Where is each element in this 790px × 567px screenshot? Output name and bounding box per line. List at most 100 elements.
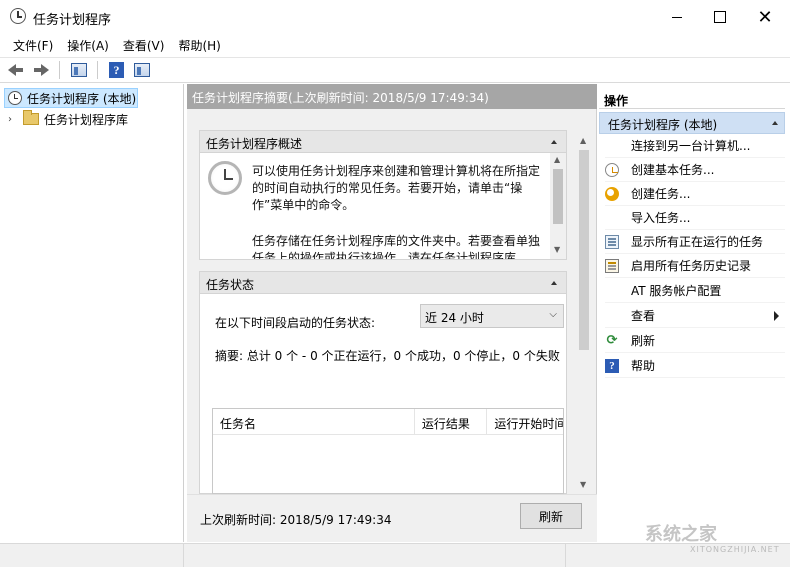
create-task-icon bbox=[605, 186, 619, 201]
help-icon: ? bbox=[605, 358, 619, 373]
console-tree: 任务计划程序 (本地) › 任务计划程序库 bbox=[0, 84, 184, 542]
window-title: 任务计划程序 bbox=[33, 13, 112, 28]
action-display-running-tasks[interactable]: 显示所有正在运行的任务 bbox=[605, 230, 785, 254]
summary-footer: 上次刷新时间: 2018/5/9 17:49:34 刷新 bbox=[187, 494, 597, 542]
title-bar: 任务计划程序 ✕ bbox=[0, 0, 790, 34]
forward-arrow-icon bbox=[33, 63, 49, 77]
action-pane-icon bbox=[133, 63, 150, 77]
table-header: 任务名 运行结果 运行开始时间 bbox=[213, 409, 563, 435]
overview-section-header[interactable]: 任务计划程序概述 bbox=[199, 130, 567, 153]
actions-group-label: 任务计划程序 (本地) bbox=[608, 118, 718, 132]
show-hide-console-tree-button[interactable] bbox=[68, 60, 89, 80]
scroll-down-icon[interactable]: ▼ bbox=[580, 480, 586, 489]
scroll-up-icon[interactable]: ▲ bbox=[554, 155, 560, 164]
action-label: 连接到另一台计算机... bbox=[631, 139, 751, 153]
collapse-arrow-icon[interactable] bbox=[551, 281, 557, 285]
back-arrow-icon bbox=[7, 63, 24, 77]
help-toolbar-button[interactable]: ? bbox=[106, 60, 127, 80]
status-section-header[interactable]: 任务状态 bbox=[199, 271, 567, 294]
summary-pane: 任务计划程序摘要(上次刷新时间: 2018/5/9 17:49:34) 任务计划… bbox=[187, 84, 597, 542]
status-bar-segment bbox=[184, 544, 566, 567]
menu-action[interactable]: 操作(A) bbox=[60, 34, 116, 56]
action-label: 启用所有任务历史记录 bbox=[631, 259, 752, 273]
forward-button[interactable] bbox=[30, 60, 51, 80]
history-icon bbox=[605, 258, 619, 273]
action-label: AT 服务帐户配置 bbox=[631, 284, 722, 298]
back-button[interactable] bbox=[5, 60, 26, 80]
summary-header: 任务计划程序摘要(上次刷新时间: 2018/5/9 17:49:34) bbox=[187, 84, 597, 109]
overview-text: 可以使用任务计划程序来创建和管理计算机将在所指定的时间自动执行的常见任务。若要开… bbox=[252, 164, 541, 212]
submenu-arrow-icon bbox=[774, 311, 779, 321]
action-create-task[interactable]: 创建任务... bbox=[605, 182, 785, 206]
action-label: 导入任务... bbox=[631, 211, 691, 225]
chevron-down-icon: ⌵ bbox=[549, 309, 557, 320]
period-select[interactable]: 近 24 小时 ⌵ bbox=[420, 304, 564, 328]
column-header-run-start[interactable]: 运行开始时间 bbox=[487, 409, 563, 434]
clock-icon bbox=[8, 91, 22, 105]
refresh-icon: ⟳ bbox=[606, 332, 618, 348]
menu-help[interactable]: 帮助(H) bbox=[171, 34, 227, 56]
menu-file[interactable]: 文件(F) bbox=[6, 34, 60, 56]
action-label: 刷新 bbox=[631, 334, 656, 348]
last-refresh-time: 上次刷新时间: 2018/5/9 17:49:34 bbox=[200, 513, 392, 527]
console-tree-icon bbox=[70, 63, 87, 77]
action-import-task[interactable]: 导入任务... bbox=[605, 206, 785, 230]
tree-item-label: 任务计划程序库 bbox=[44, 112, 129, 127]
action-at-service-config[interactable]: AT 服务帐户配置 bbox=[605, 279, 785, 303]
toolbar: ? bbox=[0, 57, 790, 83]
close-button[interactable]: ✕ bbox=[742, 0, 788, 34]
action-refresh[interactable]: ⟳ 刷新 bbox=[605, 329, 785, 353]
tree-item-label: 任务计划程序 (本地) bbox=[27, 91, 137, 106]
collapse-arrow-icon[interactable] bbox=[772, 121, 778, 125]
summary-scrollbar[interactable]: ▲ ▼ bbox=[578, 134, 590, 494]
status-section: 在以下时间段启动的任务状态: 近 24 小时 ⌵ 摘要: 总计 0 个 - 0 … bbox=[199, 294, 567, 494]
actions-pane: 操作 任务计划程序 (本地) 连接到另一台计算机... 创建基本任务... 创建… bbox=[599, 84, 790, 542]
action-label: 帮助 bbox=[631, 359, 656, 373]
column-header-run-result[interactable]: 运行结果 bbox=[415, 409, 488, 434]
actions-title: 操作 bbox=[599, 87, 785, 109]
actions-group-header[interactable]: 任务计划程序 (本地) bbox=[599, 112, 785, 134]
maximize-button[interactable] bbox=[697, 0, 743, 34]
help-icon: ? bbox=[109, 62, 124, 78]
action-help[interactable]: ? 帮助 bbox=[605, 354, 785, 378]
period-select-value: 近 24 小时 bbox=[425, 311, 484, 325]
refresh-button[interactable]: 刷新 bbox=[520, 503, 582, 529]
action-label: 创建任务... bbox=[631, 187, 691, 201]
scroll-thumb[interactable] bbox=[553, 169, 563, 224]
menu-view[interactable]: 查看(V) bbox=[116, 34, 172, 56]
scroll-down-icon[interactable]: ▼ bbox=[554, 245, 560, 254]
toolbar-separator bbox=[97, 61, 98, 79]
column-header-task-name[interactable]: 任务名 bbox=[213, 409, 415, 434]
period-label: 在以下时间段启动的任务状态: bbox=[215, 316, 376, 330]
action-create-basic-task[interactable]: 创建基本任务... bbox=[605, 158, 785, 182]
folder-clock-icon bbox=[23, 110, 39, 125]
scroll-thumb[interactable] bbox=[579, 150, 589, 350]
section-title: 任务计划程序概述 bbox=[206, 137, 303, 151]
task-summary: 摘要: 总计 0 个 - 0 个正在运行，0 个成功，0 个停止，0 个失败 bbox=[215, 349, 560, 363]
scroll-up-icon[interactable]: ▲ bbox=[580, 136, 586, 145]
task-scheduler-clock-icon bbox=[208, 161, 242, 195]
action-connect-computer[interactable]: 连接到另一台计算机... bbox=[605, 134, 785, 158]
wizard-icon bbox=[605, 162, 619, 177]
action-label: 查看 bbox=[631, 309, 656, 323]
overview-section: 可以使用任务计划程序来创建和管理计算机将在所指定的时间自动执行的常见任务。若要开… bbox=[199, 153, 567, 260]
tree-item-task-scheduler-library[interactable]: › 任务计划程序库 bbox=[8, 109, 128, 129]
action-view[interactable]: 查看 bbox=[605, 304, 785, 328]
toolbar-separator bbox=[59, 61, 60, 79]
minimize-button[interactable] bbox=[654, 0, 700, 34]
show-hide-action-pane-button[interactable] bbox=[131, 60, 152, 80]
action-label: 显示所有正在运行的任务 bbox=[631, 235, 764, 249]
running-tasks-icon bbox=[605, 234, 619, 249]
menu-bar: 文件(F) 操作(A) 查看(V) 帮助(H) bbox=[0, 34, 790, 56]
expand-chevron-icon[interactable]: › bbox=[8, 114, 18, 125]
watermark-logo: 系统之家 bbox=[645, 524, 717, 545]
overview-scrollbar[interactable]: ▲ ▼ bbox=[550, 153, 566, 259]
task-scheduler-app-icon bbox=[10, 8, 26, 24]
collapse-arrow-icon[interactable] bbox=[551, 140, 557, 144]
overview-text-2: 任务存储在任务计划程序库的文件夹中。若要查看单独任务上的操作或执行该操作，请在任… bbox=[252, 234, 541, 260]
tree-item-task-scheduler-local[interactable]: 任务计划程序 (本地) bbox=[4, 88, 138, 108]
watermark-url: XITONGZHIJIA.NET bbox=[690, 545, 780, 554]
task-status-table[interactable]: 任务名 运行结果 运行开始时间 bbox=[212, 408, 564, 494]
action-enable-history[interactable]: 启用所有任务历史记录 bbox=[605, 254, 785, 278]
action-label: 创建基本任务... bbox=[631, 163, 715, 177]
